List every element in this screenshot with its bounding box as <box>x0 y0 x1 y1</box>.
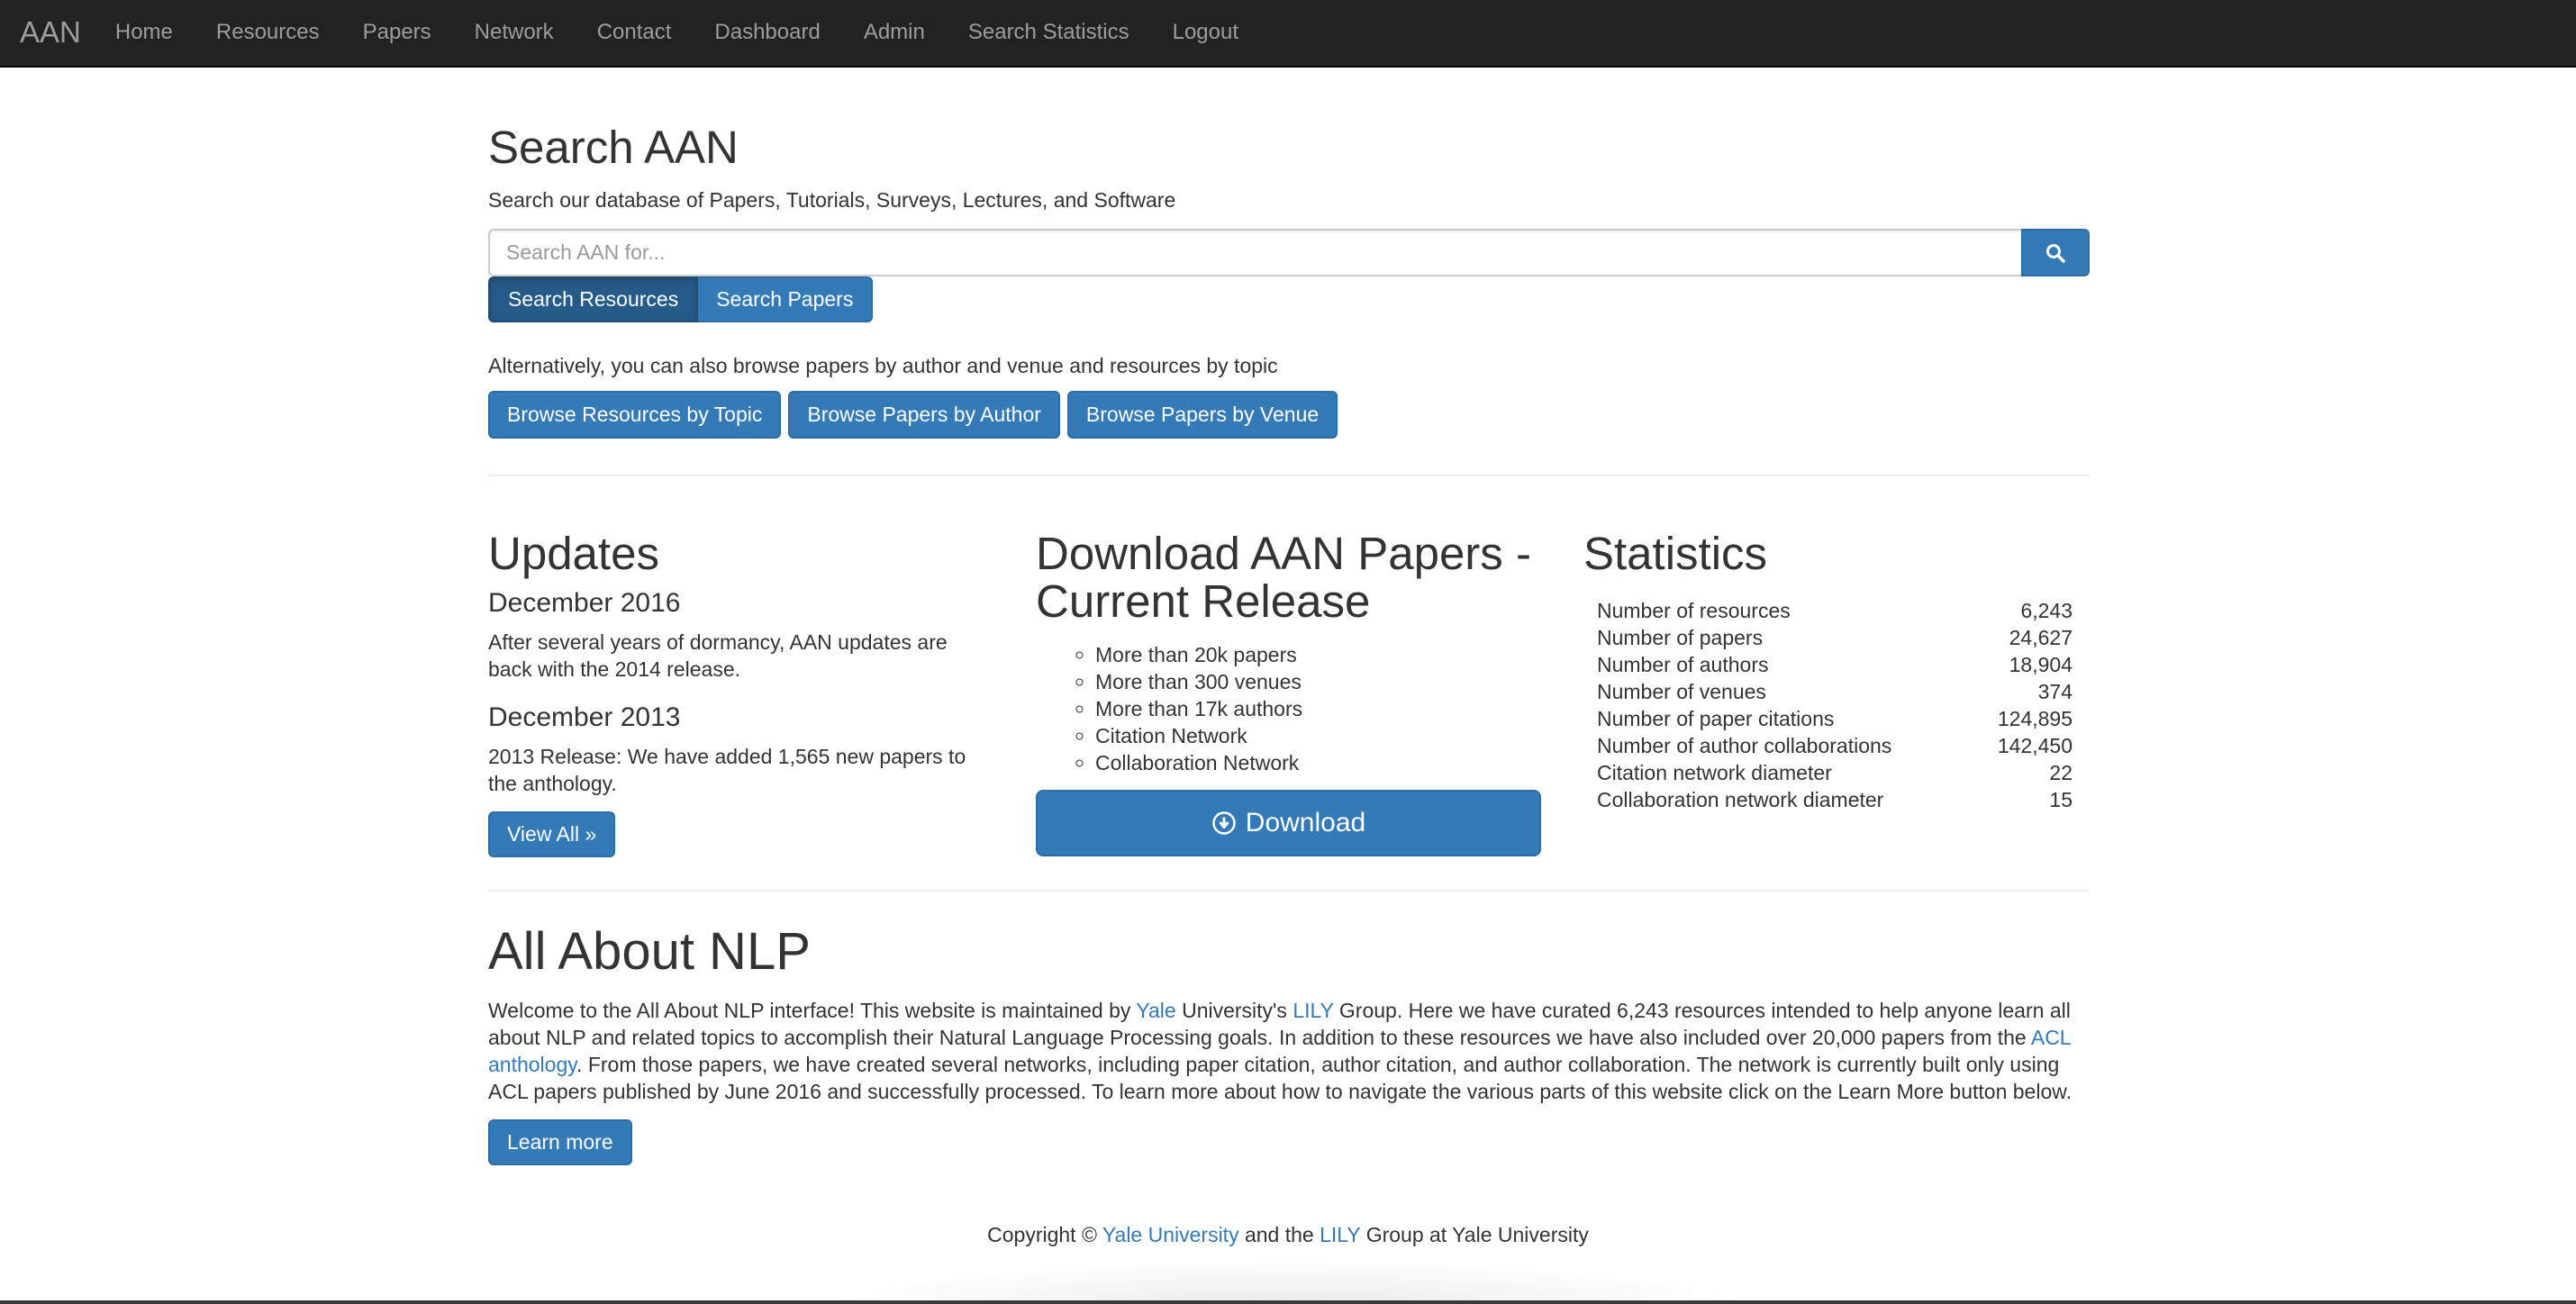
list-item: More than 300 venues <box>1095 668 1541 695</box>
list-item: Collaboration Network <box>1095 749 1541 776</box>
divider <box>488 890 2090 892</box>
about-section: All About NLP Welcome to the All About N… <box>488 923 2090 1165</box>
stat-label: Number of authors <box>1597 653 1769 677</box>
divider <box>488 475 2090 476</box>
download-section: Download AAN Papers - Current Release Mo… <box>1036 530 1541 872</box>
list-item: More than 17k authors <box>1095 695 1541 722</box>
download-button-label: Download <box>1245 808 1366 838</box>
stat-value: 124,895 <box>1997 707 2073 731</box>
updates-section: Updates December 2016 After several year… <box>488 528 993 858</box>
footer-shadow <box>829 1261 1747 1302</box>
update-heading: December 2013 <box>488 702 681 733</box>
search-bar <box>488 229 2090 276</box>
stat-label: Number of venues <box>1597 680 1766 704</box>
search-input[interactable] <box>488 229 2021 276</box>
stat-label: Collaboration network diameter <box>1597 788 1884 812</box>
stat-label: Number of paper citations <box>1597 707 1835 731</box>
table-row: Collaboration network diameter 15 <box>1583 786 2086 813</box>
browse-papers-by-author-button[interactable]: Browse Papers by Author <box>788 391 1060 439</box>
search-papers-button[interactable]: Search Papers <box>698 276 874 322</box>
navbar-brand[interactable]: AAN <box>20 12 81 54</box>
list-item: More than 20k papers <box>1095 641 1541 668</box>
nav-link-home[interactable]: Home <box>115 17 173 48</box>
learn-more-button[interactable]: Learn more <box>488 1118 632 1165</box>
nav-link-resources[interactable]: Resources <box>216 17 320 48</box>
about-text-part: . From those papers, we have created sev… <box>488 1052 2072 1103</box>
download-title: Download AAN Papers - Current Release <box>1036 530 1541 625</box>
table-row: Citation network diameter 22 <box>1583 759 2086 786</box>
stat-value: 142,450 <box>1997 734 2073 758</box>
footer-text: Copyright © <box>987 1223 1102 1246</box>
footer-text: Group at Yale University <box>1360 1223 1589 1246</box>
stat-value: 18,904 <box>2009 653 2073 677</box>
table-row: Number of venues 374 <box>1583 678 2086 705</box>
updates-title: Updates <box>488 528 659 579</box>
search-title: Search AAN <box>488 122 739 173</box>
update-heading: December 2016 <box>488 588 681 619</box>
stat-label: Number of resources <box>1597 599 1791 623</box>
statistics-table: Number of resources 6,243 Number of paper… <box>1583 597 2086 813</box>
stat-label: Citation network diameter <box>1597 761 1832 785</box>
statistics-title: Statistics <box>1583 528 1768 579</box>
table-row: Number of resources 6,243 <box>1583 597 2086 624</box>
update-text: After several years of dormancy, AAN upd… <box>488 630 948 682</box>
list-item: Citation Network <box>1095 722 1541 749</box>
yale-link[interactable]: Yale <box>1136 999 1175 1022</box>
footer-lily-link[interactable]: LILY <box>1320 1223 1360 1246</box>
download-title-line2: Current Release <box>1036 575 1371 628</box>
about-paragraph: Welcome to the All About NLP interface! … <box>488 997 2090 1105</box>
footer-text: and the <box>1238 1223 1320 1246</box>
magnifier-icon <box>2046 243 2065 263</box>
stat-value: 24,627 <box>2009 626 2073 650</box>
search-type-toggle: Search Resources Search Papers <box>488 276 874 322</box>
footer: Copyright © Yale University and the LILY… <box>0 1220 2576 1250</box>
about-text-part: University's <box>1175 998 1293 1022</box>
stat-label: Number of papers <box>1597 626 1764 650</box>
download-feature-list: More than 20k papers More than 300 venue… <box>1036 641 1541 776</box>
stat-value: 374 <box>2037 680 2073 704</box>
table-row: Number of author collaborations 142,450 <box>1583 732 2086 759</box>
lily-link[interactable]: LILY <box>1293 999 1333 1022</box>
browse-text: Alternatively, you can also browse paper… <box>488 354 1278 377</box>
browse-papers-by-venue-button[interactable]: Browse Papers by Venue <box>1066 391 1338 439</box>
table-row: Number of paper citations 124,895 <box>1583 705 2086 732</box>
stat-value: 15 <box>2049 788 2073 812</box>
statistics-section: Statistics Number of resources 6,243 Numb… <box>1583 530 2090 813</box>
search-subtitle: Search our database of Papers, Tutorials… <box>488 188 1176 212</box>
download-title-line1: Download AAN Papers - <box>1036 528 1531 579</box>
view-all-button[interactable]: View All » <box>488 811 616 858</box>
stat-value: 22 <box>2049 761 2073 785</box>
search-resources-button[interactable]: Search Resources <box>488 276 699 322</box>
search-button[interactable] <box>2021 229 2090 276</box>
footer-yale-link[interactable]: Yale University <box>1102 1223 1239 1246</box>
stat-value: 6,243 <box>2020 599 2073 623</box>
download-button[interactable]: Download <box>1036 790 1541 856</box>
table-row: Number of authors 18,904 <box>1583 651 2086 678</box>
bottom-border <box>0 1300 2576 1304</box>
main-container: Search AAN Search our database of Papers… <box>488 0 2090 1304</box>
about-title: All About NLP <box>488 922 811 981</box>
table-row: Number of papers 24,627 <box>1583 624 2086 651</box>
nav-link-papers[interactable]: Papers <box>363 17 431 48</box>
browse-buttons: Browse Resources by Topic Browse Papers … <box>488 391 1338 439</box>
download-circle-icon <box>1212 811 1236 835</box>
update-text: 2013 Release: We have added 1,565 new pa… <box>488 745 966 796</box>
browse-resources-by-topic-button[interactable]: Browse Resources by Topic <box>488 391 782 439</box>
about-text-part: Welcome to the All About NLP interface! … <box>488 998 1137 1022</box>
stat-label: Number of author collaborations <box>1597 734 1892 758</box>
